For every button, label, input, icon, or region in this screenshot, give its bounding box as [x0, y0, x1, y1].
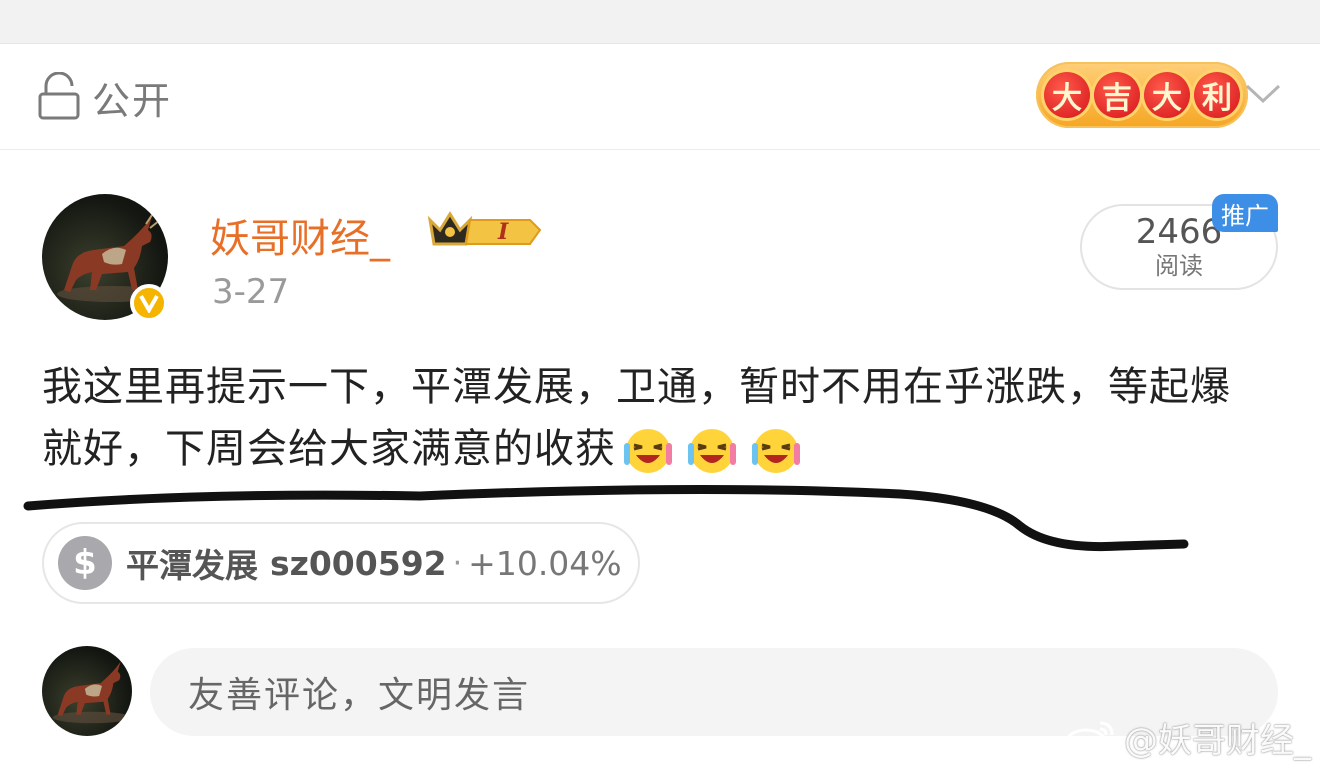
comment-placeholder: 友善评论，文明发言	[188, 675, 531, 716]
promo-tag: 推广	[1212, 194, 1278, 232]
watermark: @妖哥财经_	[1062, 712, 1311, 762]
visibility-label: 公开	[92, 78, 173, 123]
weibo-logo-icon	[1062, 715, 1118, 759]
verified-badge-icon	[130, 284, 168, 322]
chevron-down-icon[interactable]	[1244, 82, 1282, 106]
laugh-emoji-icon	[620, 423, 676, 479]
stock-name: 平潭发展	[126, 546, 258, 585]
fortune-char: 大	[1044, 72, 1090, 118]
lock-icon	[36, 72, 82, 122]
post-text: 我这里再提示一下，平潭发展，卫通，暂时不用在乎涨跌，等起爆就好，下周会给大家满意…	[42, 356, 1262, 480]
comment-avatar	[42, 646, 132, 736]
fortune-char: 吉	[1094, 72, 1140, 118]
stock-change: +10.04%	[468, 543, 622, 583]
laugh-emoji-icon	[748, 423, 804, 479]
crown-level-icon[interactable]: I	[426, 208, 544, 252]
visibility-bar: 公开 大 吉 大 利	[0, 44, 1320, 150]
stock-chip[interactable]: $ 平潭发展 sz000592 · +10.04%	[42, 522, 640, 604]
dollar-icon: $	[58, 536, 112, 590]
author-name[interactable]: 妖哥财经_	[210, 206, 390, 264]
visibility-toggle[interactable]: 公开	[36, 72, 173, 123]
laugh-emoji-icon	[684, 423, 740, 479]
read-label: 阅读	[1155, 252, 1203, 280]
fortune-char: 大	[1144, 72, 1190, 118]
stock-code: sz000592	[270, 543, 447, 583]
post-date: 3-27	[212, 272, 290, 312]
watermark-text: @妖哥财经_	[1124, 720, 1311, 761]
emoji-row	[620, 423, 812, 479]
stock-separator: ·	[452, 545, 463, 581]
fortune-char: 利	[1194, 72, 1240, 118]
fortune-badge[interactable]: 大 吉 大 利	[1036, 62, 1248, 128]
level-label: I	[497, 219, 509, 245]
top-strip	[0, 0, 1320, 44]
